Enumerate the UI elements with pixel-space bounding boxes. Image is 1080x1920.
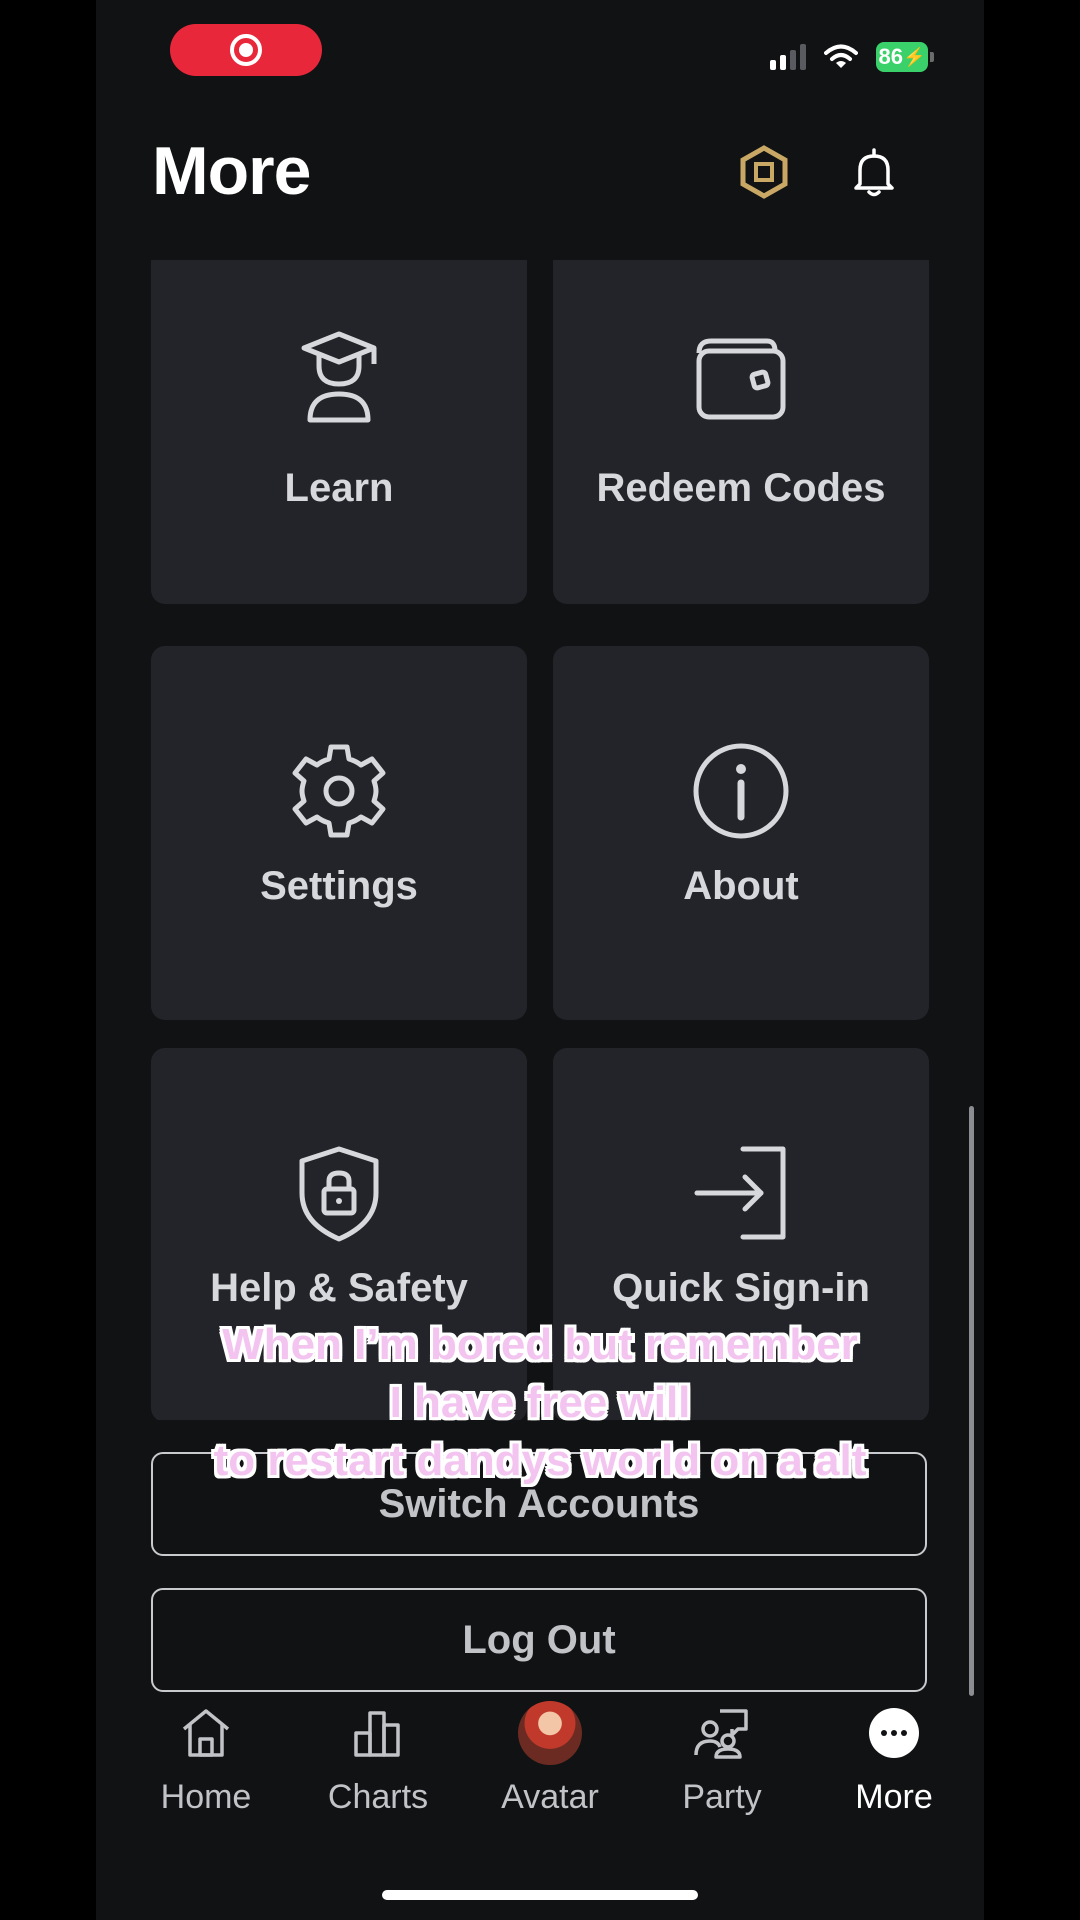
wifi-icon <box>824 44 858 68</box>
party-icon <box>689 1700 755 1766</box>
robux-icon <box>740 145 788 199</box>
status-icons: 86 ⚡ <box>770 42 934 72</box>
avatar-icon <box>517 1700 583 1766</box>
tile-quick-sign-in-label: Quick Sign-in <box>612 1266 870 1310</box>
shield-lock-icon <box>284 1138 394 1248</box>
caption-line-3: to restart dandys world on a alt <box>213 1436 867 1485</box>
nav-more[interactable]: More <box>808 1700 980 1817</box>
battery-level: 86 <box>878 44 904 69</box>
log-out-button[interactable]: Log Out <box>151 1588 927 1692</box>
more-icon <box>861 1700 927 1766</box>
tile-about-label: About <box>683 864 799 908</box>
tile-settings-label: Settings <box>260 864 418 908</box>
robux-button[interactable] <box>736 144 792 200</box>
battery-indicator: 86 ⚡ <box>876 42 934 72</box>
avatar <box>518 1701 582 1765</box>
page-title: More <box>152 133 311 209</box>
more-menu-grid: Learn Redeem Codes Settings About Help &… <box>151 260 929 1420</box>
screen-recording-indicator[interactable] <box>170 24 322 76</box>
info-icon <box>686 736 796 846</box>
notifications-button[interactable] <box>846 144 902 200</box>
bottom-navigation: Home Charts Avatar Party More <box>96 1700 984 1840</box>
charts-icon <box>345 1700 411 1766</box>
tile-help-safety-label: Help & Safety <box>210 1266 468 1310</box>
bell-icon <box>854 148 894 197</box>
tile-learn[interactable]: Learn <box>151 260 527 604</box>
tile-redeem-codes-label: Redeem Codes <box>596 466 886 510</box>
cellular-signal-icon <box>770 44 806 70</box>
tile-learn-label: Learn <box>284 466 394 510</box>
learn-icon <box>284 323 394 433</box>
video-caption: When I’m bored but remember I have free … <box>96 1316 984 1490</box>
caption-line-2: I have free will <box>389 1378 691 1427</box>
nav-home-label: Home <box>160 1778 252 1816</box>
wallet-icon <box>686 323 796 433</box>
phone-screen: 86 ⚡ More Learn Redeem Codes Settings Ab… <box>96 0 984 1920</box>
tile-redeem-codes[interactable]: Redeem Codes <box>553 260 929 604</box>
home-icon <box>173 1700 239 1766</box>
nav-more-label: More <box>855 1778 933 1816</box>
nav-party[interactable]: Party <box>636 1700 808 1817</box>
caption-line-1: When I’m bored but remember <box>222 1320 858 1369</box>
tile-about[interactable]: About <box>553 646 929 1020</box>
nav-avatar-label: Avatar <box>501 1778 599 1816</box>
nav-charts-label: Charts <box>327 1778 429 1816</box>
tile-settings[interactable]: Settings <box>151 646 527 1020</box>
nav-home[interactable]: Home <box>120 1700 292 1817</box>
nav-charts[interactable]: Charts <box>292 1700 464 1817</box>
sign-in-icon <box>686 1138 796 1248</box>
nav-avatar[interactable]: Avatar <box>464 1700 636 1817</box>
record-icon <box>230 34 262 66</box>
home-indicator[interactable] <box>382 1890 698 1900</box>
gear-icon <box>284 736 394 846</box>
nav-party-label: Party <box>682 1778 762 1816</box>
